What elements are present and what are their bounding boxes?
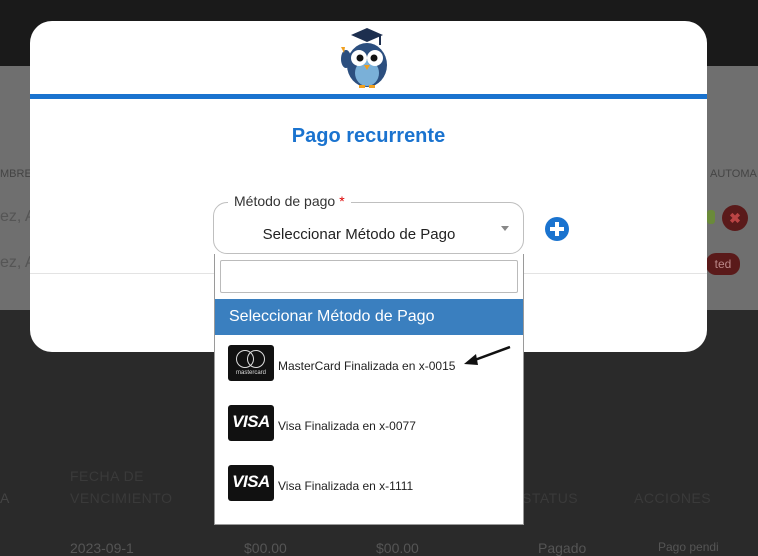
payment-method-value: Seleccionar Método de Pago [262,226,456,243]
dropdown-option-visa-0077[interactable]: VISA Visa Finalizada en x-0077 [215,399,523,455]
visa-icon: VISA [228,465,274,501]
column-header-fragment: AUTOMA [710,168,757,180]
payment-method-dropdown: Seleccionar Método de Pago mastercard Ma… [214,254,524,525]
dropdown-option-visa-1111[interactable]: VISA Visa Finalizada en x-1111 [215,459,523,515]
visa-icon-text: VISA [232,472,270,491]
row-amount-2: $00.00 [376,540,419,556]
column-header-date: FECHA DE [70,468,145,484]
mastercard-icon-text: mastercard [235,370,266,376]
row-date: 2023-09-1 [70,540,134,556]
required-mark: * [339,193,345,209]
mastercard-icon: mastercard [228,345,274,381]
modal-title: Pago recurrente [291,125,446,147]
header-divider [30,94,707,99]
column-header-fragment: A [0,490,10,506]
row-amount: $00.00 [244,540,287,556]
option-label: MasterCard Finalizada en x-0015 [278,359,456,373]
row-action-button[interactable]: Pago pendi [658,540,719,554]
column-header-date-2: VENCIMIENTO [70,490,173,506]
payment-method-label: Método de pago * [228,193,351,209]
status-indicator [707,210,715,224]
delete-icon[interactable]: ✖ [722,205,748,231]
column-header-fragment: MBRE [0,168,32,180]
status-badge: ted [706,253,740,275]
visa-icon-text: VISA [232,412,270,431]
plus-circle-icon[interactable] [545,217,569,241]
payment-method-label-text: Método de pago [234,193,336,209]
arrow-pointer-icon [464,345,511,365]
column-header-actions: ACCIONES [634,490,712,506]
dropdown-search-input[interactable] [220,260,518,293]
chevron-down-icon[interactable] [501,226,509,231]
option-label: Visa Finalizada en x-1111 [278,479,414,493]
modal-header [30,21,707,95]
owl-graduate-logo-icon [341,28,387,88]
dropdown-option-placeholder[interactable]: Seleccionar Método de Pago [215,299,523,335]
option-label: Visa Finalizada en x-0077 [278,419,416,433]
visa-icon: VISA [228,405,274,441]
column-header-status: STATUS [522,490,579,506]
row-status: Pagado [538,540,587,556]
